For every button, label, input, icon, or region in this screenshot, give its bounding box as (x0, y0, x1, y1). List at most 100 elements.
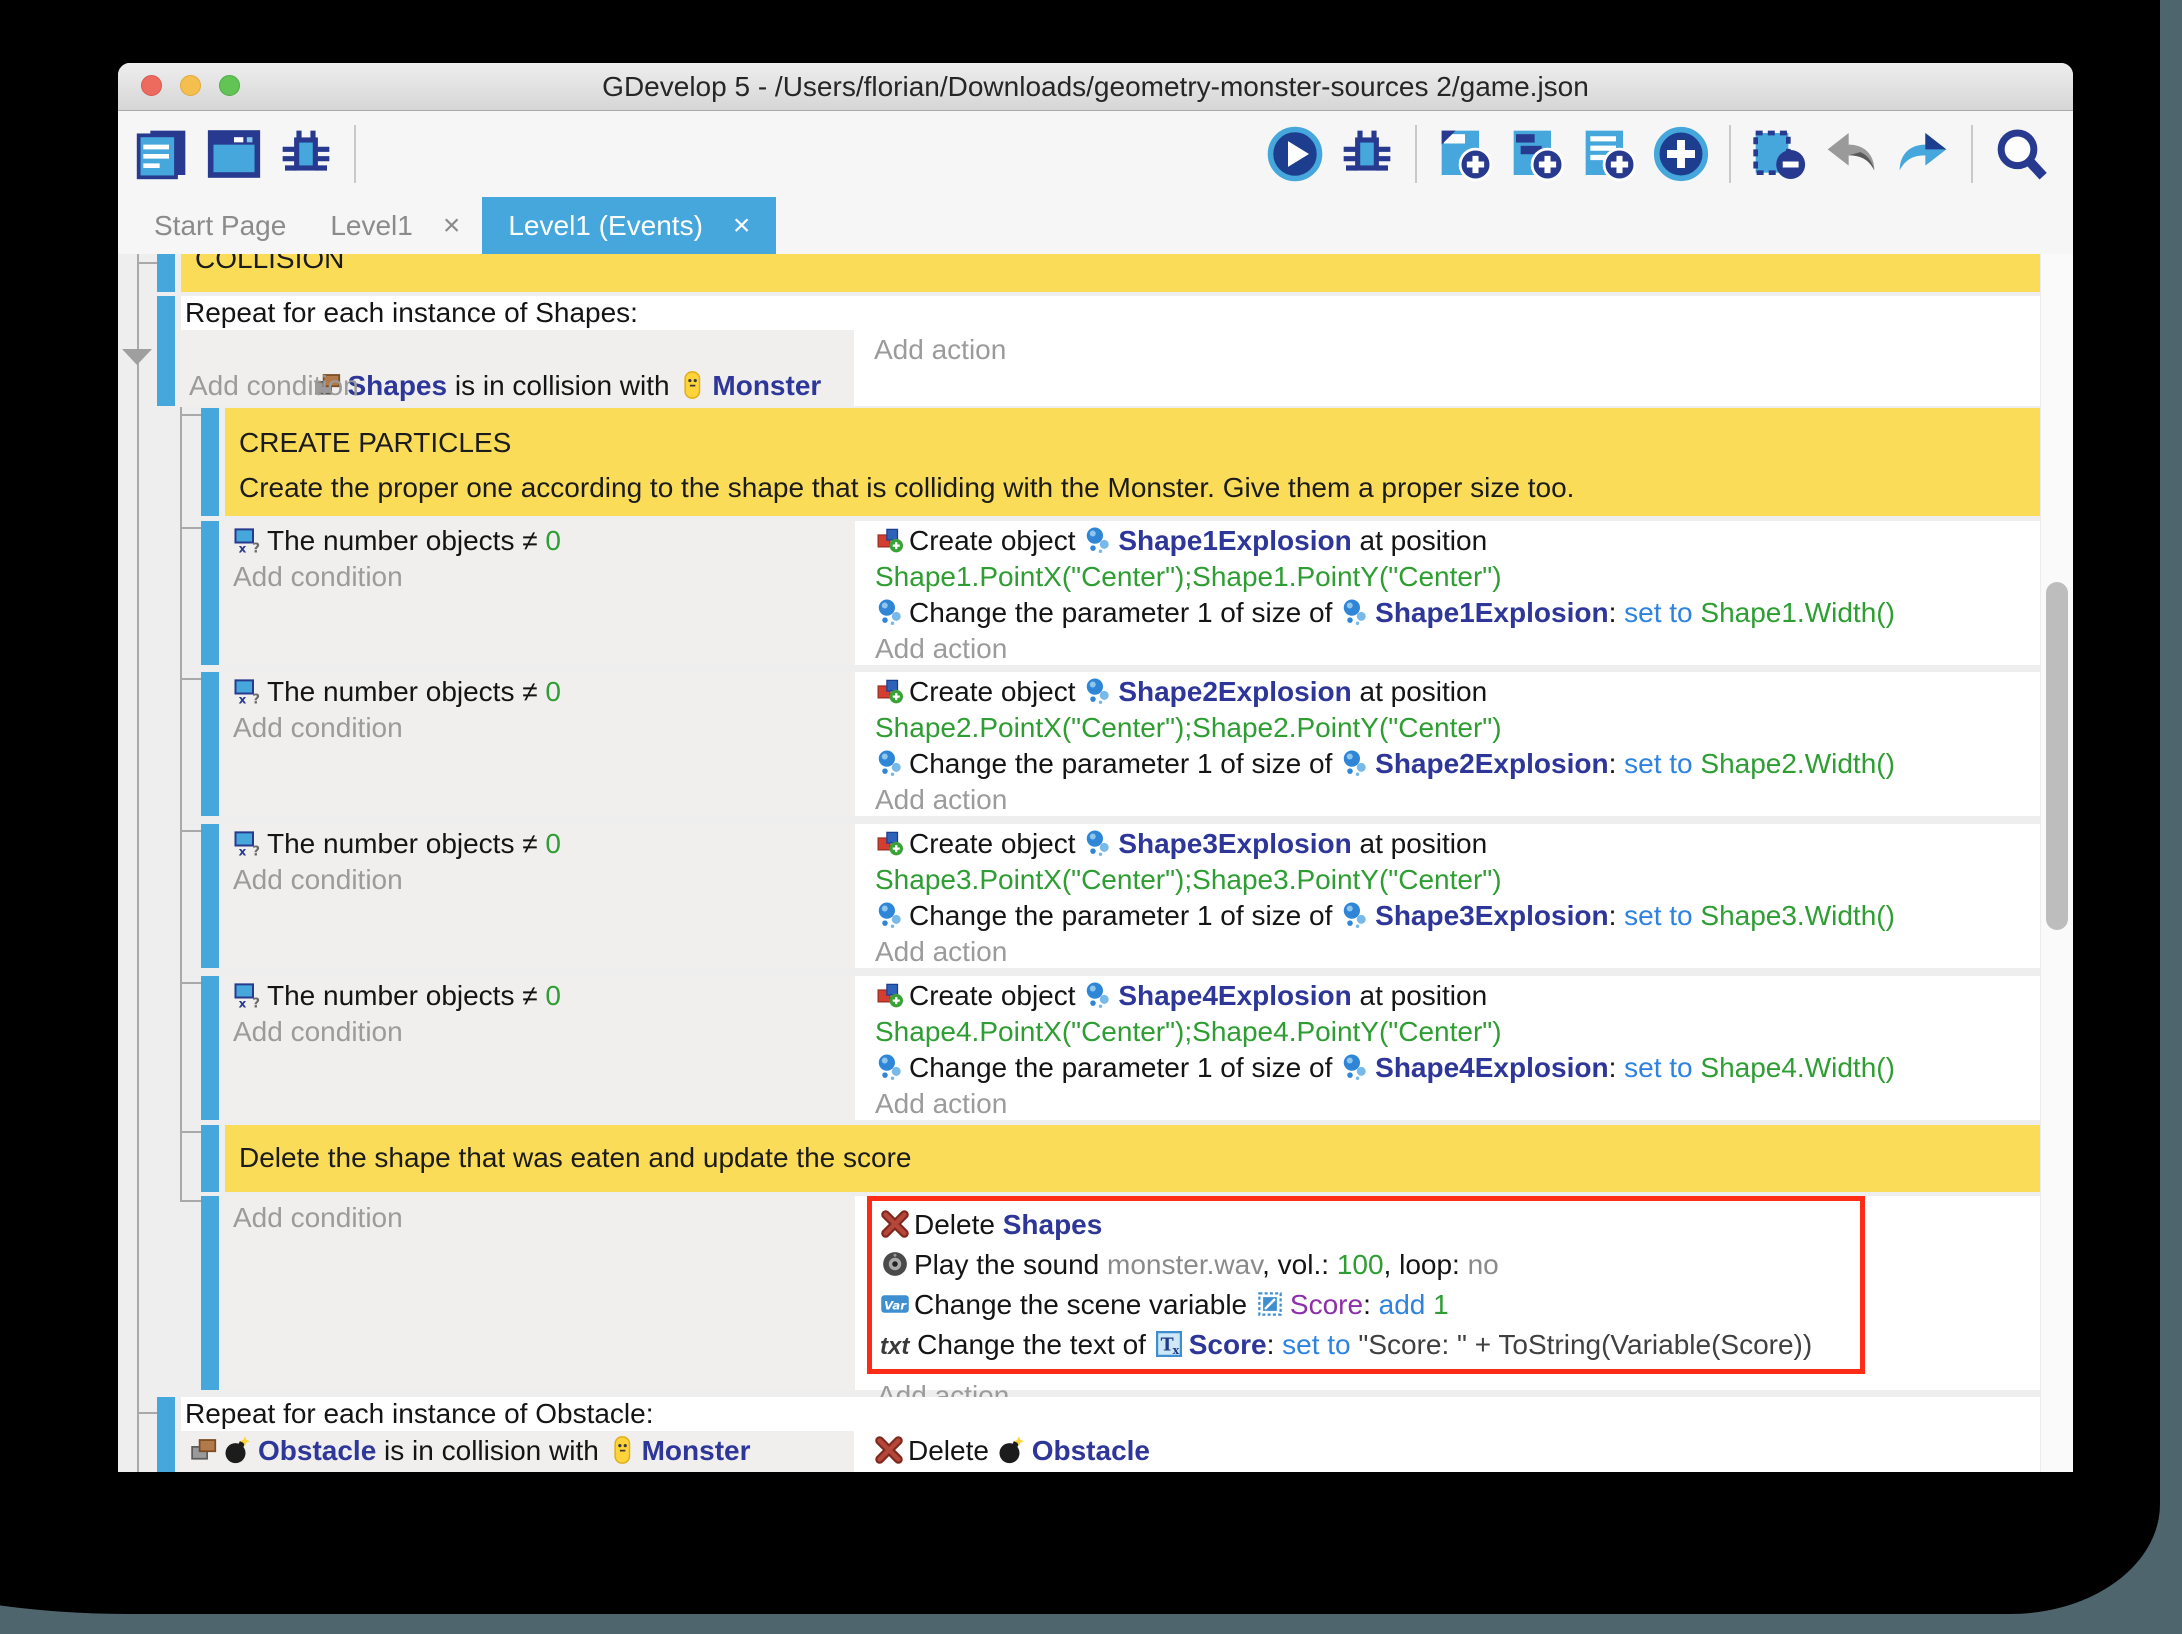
comment-event-delete-score[interactable]: Delete the shape that was eaten and upda… (201, 1125, 2040, 1192)
event-row-score[interactable]: Add condition Delete Shapes Play the sou… (201, 1196, 2040, 1390)
repeat-obstacle-event[interactable]: Repeat for each instance of Obstacle: Ob… (157, 1397, 2040, 1472)
action-text: Change the parameter 1 of size of (909, 748, 1340, 779)
actions-cell[interactable]: Create object Shape2Explosion at positio… (864, 672, 2040, 816)
event-handle[interactable] (201, 672, 219, 816)
undo-icon[interactable] (1823, 126, 1879, 182)
operator-text: set to (1282, 1329, 1358, 1360)
operator-text: set to (1624, 748, 1700, 779)
debug-preview-icon[interactable] (1339, 126, 1395, 182)
delete-selection-icon[interactable] (1751, 126, 1807, 182)
add-special-event-icon[interactable] (1653, 126, 1709, 182)
tree-line (180, 527, 201, 529)
actions-cell[interactable]: Add action (863, 330, 2040, 406)
add-action-link[interactable]: Add action (874, 332, 2040, 368)
scene-window-icon[interactable] (206, 126, 262, 182)
event-row-shape1[interactable]: The number objects ≠ 0 Add condition Cre… (201, 521, 2040, 665)
action-text: : (1609, 748, 1625, 779)
object-name: Shape1Explosion (1118, 525, 1351, 556)
vertical-scrollbar[interactable] (2040, 254, 2073, 1472)
add-action-link[interactable]: Add action (875, 782, 2040, 818)
tree-line (180, 830, 201, 832)
debugger-icon[interactable] (278, 126, 334, 182)
title-bar[interactable]: GDevelop 5 - /Users/florian/Downloads/ge… (118, 63, 2073, 111)
conditions-cell[interactable]: The number objects ≠ 0 Add condition (225, 521, 855, 665)
repeat-header[interactable]: Repeat for each instance of Shapes: (181, 296, 2040, 330)
toolbar-divider (1415, 125, 1417, 183)
conditions-cell[interactable]: The number objects ≠ 0 Add condition (225, 976, 855, 1120)
object-name: Shape2Explosion (1118, 676, 1351, 707)
add-comment-icon[interactable] (1581, 126, 1637, 182)
add-condition-link[interactable]: Add condition (233, 710, 855, 746)
close-tab-icon[interactable]: × (733, 209, 751, 243)
actions-cell[interactable]: Delete Obstacle (863, 1431, 2040, 1472)
selected-actions-highlight[interactable]: Delete Shapes Play the sound monster.wav… (867, 1196, 1865, 1374)
particle-object-icon (875, 900, 905, 930)
event-handle[interactable] (201, 1125, 219, 1192)
redo-icon[interactable] (1895, 126, 1951, 182)
event-handle[interactable] (201, 1196, 219, 1390)
comment-event-collision[interactable]: COLLISION (157, 254, 2040, 292)
action-text: : (1609, 1052, 1625, 1083)
tree-line (180, 982, 201, 984)
event-handle[interactable] (201, 521, 219, 665)
window-title: GDevelop 5 - /Users/florian/Downloads/ge… (118, 63, 2073, 111)
add-subevent-icon[interactable] (1509, 126, 1565, 182)
add-event-icon[interactable] (1437, 126, 1493, 182)
actions-cell[interactable]: Create object Shape3Explosion at positio… (864, 824, 2040, 968)
conditions-cell[interactable]: Add condition (225, 1196, 855, 1390)
search-icon[interactable] (1993, 126, 2049, 182)
actions-cell[interactable]: Delete Shapes Play the sound monster.wav… (864, 1196, 2040, 1390)
conditions-cell[interactable]: The number objects ≠ 0 Add condition (225, 672, 855, 816)
conditions-cell[interactable]: Shapes is in collision with Monster Add … (181, 330, 854, 406)
add-action-link[interactable]: Add action (875, 631, 2040, 667)
action-text: Play the sound (914, 1249, 1107, 1280)
sound-icon (880, 1249, 910, 1279)
add-condition-link[interactable]: Add condition (233, 559, 855, 595)
repeat-header[interactable]: Repeat for each instance of Obstacle: (181, 1397, 2040, 1431)
delete-object-icon (880, 1209, 910, 1239)
condition-value: 0 (545, 980, 561, 1011)
object-name: Monster (712, 370, 821, 401)
scene-variable-icon (1255, 1289, 1285, 1319)
event-handle[interactable] (157, 1397, 175, 1472)
conditions-cell[interactable]: The number objects ≠ 0 Add condition (225, 824, 855, 968)
add-action-link[interactable]: Add action (875, 934, 2040, 970)
event-handle[interactable] (157, 254, 175, 292)
collapse-event-icon[interactable] (122, 349, 152, 365)
event-handle[interactable] (201, 408, 219, 516)
scrollbar-thumb[interactable] (2046, 582, 2068, 930)
add-condition-link[interactable]: Add condition (233, 1198, 855, 1238)
condition-value: 0 (545, 828, 561, 859)
tab-level1-events[interactable]: Level1 (Events) × (482, 197, 776, 254)
event-handle[interactable] (201, 976, 219, 1120)
object-count-icon (233, 828, 263, 858)
variable-name: Score (1290, 1289, 1363, 1320)
tree-line (180, 1200, 201, 1202)
comment-block[interactable]: COLLISION (181, 254, 2040, 292)
repeat-shapes-event[interactable]: Repeat for each instance of Shapes: Shap… (157, 296, 2040, 406)
event-row-shape3[interactable]: The number objects ≠ 0 Add condition Cre… (201, 824, 2040, 968)
comment-block[interactable]: Delete the shape that was eaten and upda… (225, 1125, 2040, 1192)
actions-cell[interactable]: Create object Shape1Explosion at positio… (864, 521, 2040, 665)
actions-cell[interactable]: Create object Shape4Explosion at positio… (864, 976, 2040, 1120)
add-condition-link[interactable]: Add condition (233, 862, 855, 898)
tab-level1[interactable]: Level1 × (308, 197, 482, 254)
event-row-shape2[interactable]: The number objects ≠ 0 Add condition Cre… (201, 672, 2040, 816)
event-handle[interactable] (201, 824, 219, 968)
action-text: Delete (914, 1209, 1003, 1240)
project-manager-icon[interactable] (134, 126, 190, 182)
comment-block[interactable]: CREATE PARTICLES Create the proper one a… (225, 408, 2040, 516)
tab-start-page[interactable]: Start Page (132, 197, 308, 254)
comment-text: COLLISION (195, 254, 2040, 274)
create-object-icon (875, 676, 905, 706)
event-handle[interactable] (157, 296, 175, 406)
close-tab-icon[interactable]: × (443, 209, 461, 243)
operator-text: set to (1624, 900, 1700, 931)
add-condition-link[interactable]: Add condition (233, 1014, 855, 1050)
comment-event-create-particles[interactable]: CREATE PARTICLES Create the proper one a… (201, 408, 2040, 516)
event-row-shape4[interactable]: The number objects ≠ 0 Add condition Cre… (201, 976, 2040, 1120)
desktop-background: GDevelop 5 - /Users/florian/Downloads/ge… (0, 0, 2182, 1634)
add-action-link[interactable]: Add action (875, 1086, 2040, 1122)
conditions-cell[interactable]: Obstacle is in collision with Monster (181, 1431, 854, 1472)
preview-play-icon[interactable] (1267, 126, 1323, 182)
